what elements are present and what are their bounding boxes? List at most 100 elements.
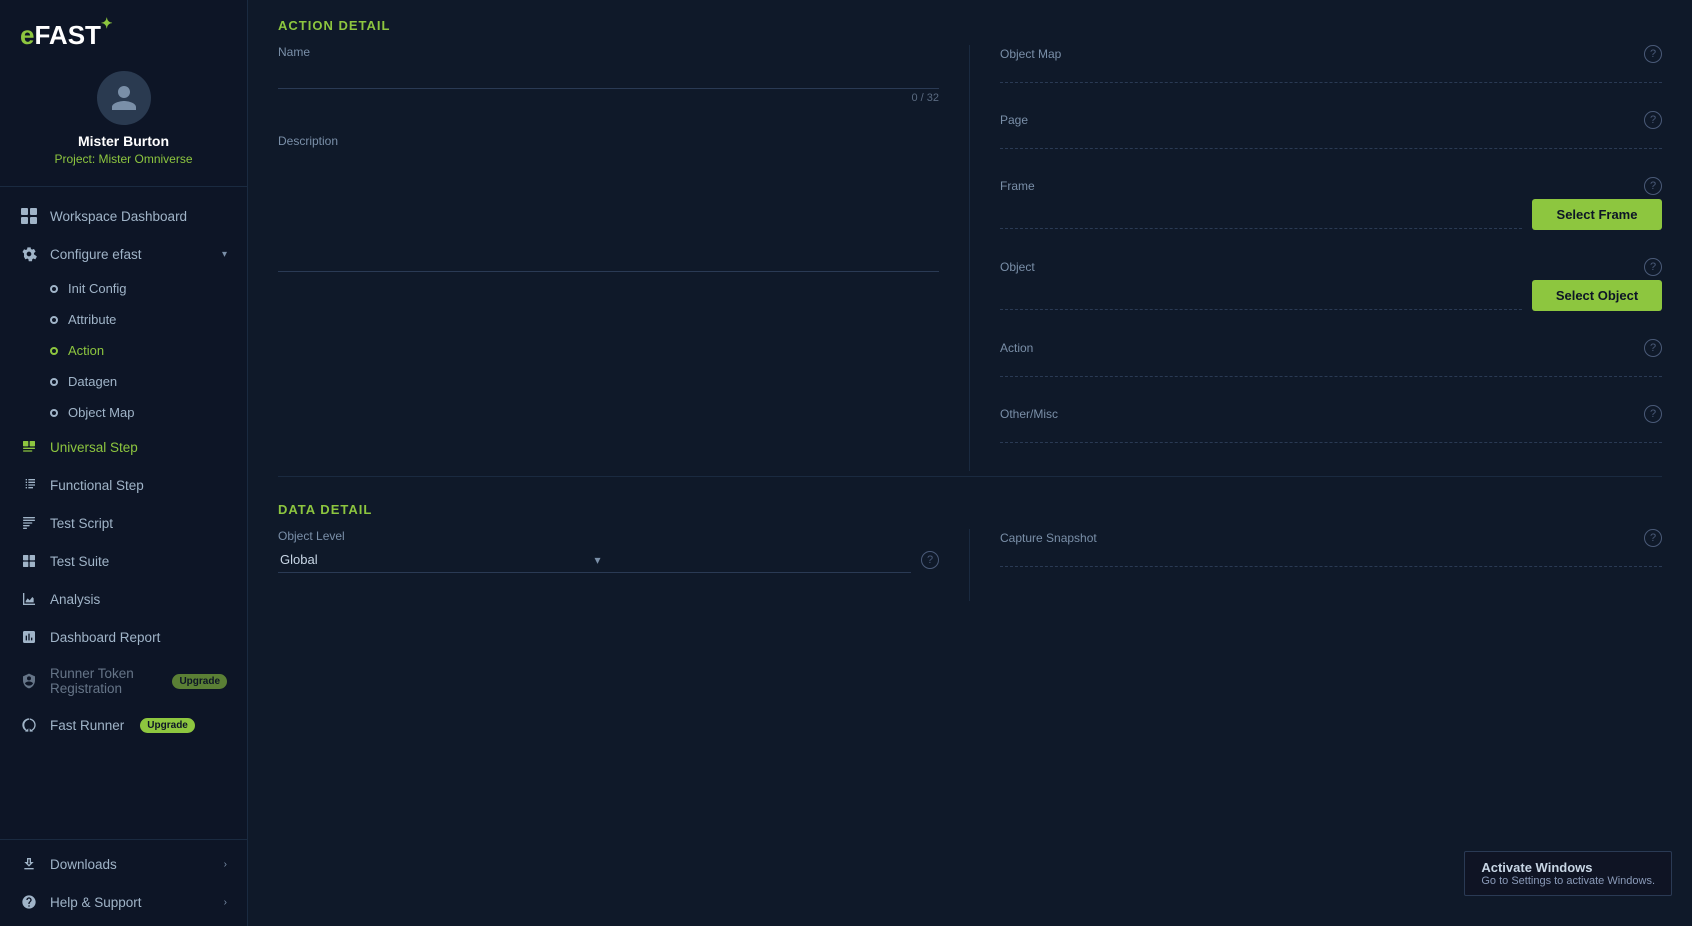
sidebar-item-label: Datagen: [68, 374, 117, 389]
sidebar-item-label: Configure efast: [50, 247, 142, 262]
sidebar-item-test-script[interactable]: Test Script: [0, 504, 247, 542]
object-help-icon[interactable]: ?: [1644, 258, 1662, 276]
object-map-help-icon[interactable]: ?: [1644, 45, 1662, 63]
sidebar-item-label: Downloads: [50, 857, 117, 872]
sidebar-item-workspace-dashboard[interactable]: Workspace Dashboard: [0, 197, 247, 235]
object-level-select[interactable]: Global ▾: [278, 547, 911, 573]
sidebar-item-label: Analysis: [50, 592, 100, 607]
name-field: Name 0 / 32: [278, 45, 939, 104]
logo-text: eFAST✦: [20, 20, 113, 51]
object-level-value: Global: [280, 552, 595, 567]
data-detail-grid: Object Level Global ▾ ? Capture Snapshot: [278, 529, 1662, 601]
sidebar-item-label: Help & Support: [50, 895, 142, 910]
capture-snapshot-field: Capture Snapshot ?: [1000, 529, 1662, 567]
windows-activate-message: Go to Settings to activate Windows.: [1481, 875, 1655, 887]
windows-activate-title: Activate Windows: [1481, 860, 1655, 875]
select-frame-button[interactable]: Select Frame: [1532, 199, 1662, 230]
section-title-action-detail: ACTION DETAIL: [248, 0, 1692, 45]
sidebar-item-object-map[interactable]: Object Map: [0, 397, 247, 428]
sidebar-item-label: Dashboard Report: [50, 630, 160, 645]
data-detail-left: Object Level Global ▾ ?: [278, 529, 970, 601]
action-help-icon[interactable]: ?: [1644, 339, 1662, 357]
name-char-count: 0 / 32: [278, 92, 939, 104]
sidebar-item-label: Action: [68, 343, 104, 358]
sidebar-item-attribute[interactable]: Attribute: [0, 304, 247, 335]
select-object-button[interactable]: Select Object: [1532, 280, 1662, 311]
sidebar-item-init-config[interactable]: Init Config: [0, 273, 247, 304]
sidebar-item-runner-token[interactable]: Runner Token Registration Upgrade: [0, 656, 247, 706]
other-misc-input[interactable]: [1000, 427, 1662, 443]
user-project: Project: Mister Omniverse: [54, 152, 192, 166]
object-map-input[interactable]: [1000, 67, 1662, 83]
data-detail-section: DATA DETAIL Object Level Global ▾ ?: [248, 502, 1692, 601]
action-label: Action: [1000, 341, 1033, 355]
capture-snapshot-input[interactable]: [1000, 551, 1662, 567]
description-input[interactable]: [278, 152, 939, 272]
sidebar: eFAST✦ Mister Burton Project: Mister Omn…: [0, 0, 248, 926]
fast-runner-upgrade-badge: Upgrade: [140, 718, 195, 733]
name-label: Name: [278, 45, 939, 59]
page-help-icon[interactable]: ?: [1644, 111, 1662, 129]
chevron-right-icon: ›: [224, 897, 227, 908]
sidebar-item-help-support[interactable]: Help & Support ›: [0, 883, 247, 921]
sidebar-item-configure-efast[interactable]: Configure efast ▾: [0, 235, 247, 273]
sidebar-item-label: Attribute: [68, 312, 116, 327]
object-map-field: Object Map ?: [1000, 45, 1662, 83]
analysis-icon: [20, 590, 38, 608]
sidebar-item-universal-step[interactable]: Universal Step: [0, 428, 247, 466]
name-input[interactable]: [278, 63, 939, 89]
object-input[interactable]: [1000, 282, 1522, 310]
sidebar-item-test-suite[interactable]: Test Suite: [0, 542, 247, 580]
action-input[interactable]: [1000, 361, 1662, 377]
page-label: Page: [1000, 113, 1028, 127]
page-input[interactable]: [1000, 133, 1662, 149]
runner-icon: [20, 716, 38, 734]
sidebar-user: Mister Burton Project: Mister Omniverse: [0, 61, 247, 187]
sidebar-item-functional-step[interactable]: Functional Step: [0, 466, 247, 504]
object-label: Object: [1000, 260, 1035, 274]
frame-label: Frame: [1000, 179, 1035, 193]
other-misc-field: Other/Misc ?: [1000, 405, 1662, 443]
script-icon: [20, 514, 38, 532]
dot-icon: [50, 316, 58, 324]
action-field: Action ?: [1000, 339, 1662, 377]
sidebar-item-label: Test Script: [50, 516, 113, 531]
sidebar-item-downloads[interactable]: Downloads ›: [0, 845, 247, 883]
page-field: Page ?: [1000, 111, 1662, 149]
capture-snapshot-label: Capture Snapshot: [1000, 531, 1097, 545]
chevron-down-icon: ▾: [222, 249, 227, 260]
help-icon: [20, 893, 38, 911]
object-map-label: Object Map: [1000, 47, 1061, 61]
sidebar-item-dashboard-report[interactable]: Dashboard Report: [0, 618, 247, 656]
sidebar-item-label: Functional Step: [50, 478, 144, 493]
gear-icon: [20, 245, 38, 263]
universal-icon: [20, 438, 38, 456]
chevron-right-icon: ›: [224, 859, 227, 870]
sidebar-item-label: Universal Step: [50, 440, 138, 455]
suite-icon: [20, 552, 38, 570]
dot-icon: [50, 378, 58, 386]
frame-input[interactable]: [1000, 201, 1522, 229]
sidebar-item-action[interactable]: Action: [0, 335, 247, 366]
object-level-help-icon[interactable]: ?: [921, 551, 939, 569]
avatar: [97, 71, 151, 125]
sidebar-logo: eFAST✦: [0, 0, 247, 61]
object-level-label: Object Level: [278, 529, 345, 543]
sidebar-item-datagen[interactable]: Datagen: [0, 366, 247, 397]
grid-icon: [20, 207, 38, 225]
other-misc-help-icon[interactable]: ?: [1644, 405, 1662, 423]
frame-help-icon[interactable]: ?: [1644, 177, 1662, 195]
frame-field: Frame ? Select Frame: [1000, 177, 1662, 230]
functional-icon: [20, 476, 38, 494]
data-detail-right: Capture Snapshot ?: [970, 529, 1662, 601]
sidebar-item-fast-runner[interactable]: Fast Runner Upgrade: [0, 706, 247, 744]
sidebar-bottom: Downloads › Help & Support ›: [0, 839, 247, 926]
token-icon: [20, 672, 38, 690]
capture-snapshot-help-icon[interactable]: ?: [1644, 529, 1662, 547]
sidebar-item-label: Workspace Dashboard: [50, 209, 187, 224]
user-name: Mister Burton: [78, 133, 169, 149]
sidebar-item-label: Runner Token Registration: [50, 666, 152, 696]
sidebar-item-label: Fast Runner: [50, 718, 124, 733]
sidebar-item-analysis[interactable]: Analysis: [0, 580, 247, 618]
sidebar-item-label: Init Config: [68, 281, 127, 296]
